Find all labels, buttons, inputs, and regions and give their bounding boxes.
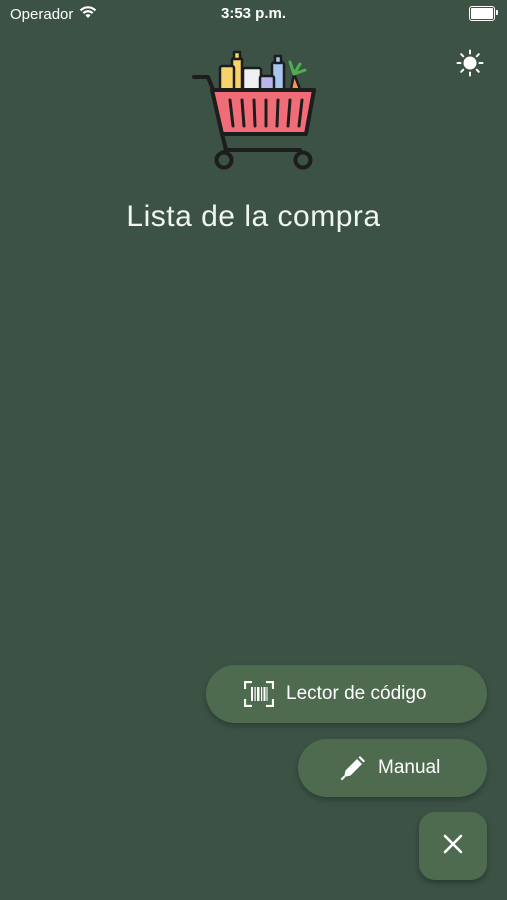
barcode-reader-button[interactable]: Lector de código — [206, 665, 487, 723]
manual-entry-label: Manual — [378, 757, 441, 778]
close-icon — [443, 834, 463, 859]
barcode-reader-label: Lector de código — [286, 683, 427, 704]
manual-entry-button[interactable]: Manual — [298, 739, 487, 797]
status-bar: Operador 3:53 p.m. — [0, 0, 507, 28]
close-button[interactable] — [419, 812, 487, 880]
barcode-scan-icon — [244, 681, 274, 707]
page-title: Lista de la compra — [126, 200, 381, 233]
battery-icon — [469, 6, 498, 21]
status-time: 3:53 p.m. — [220, 5, 287, 22]
pen-icon — [340, 755, 366, 781]
shopping-cart-icon — [190, 50, 320, 172]
sun-icon[interactable] — [455, 48, 485, 78]
